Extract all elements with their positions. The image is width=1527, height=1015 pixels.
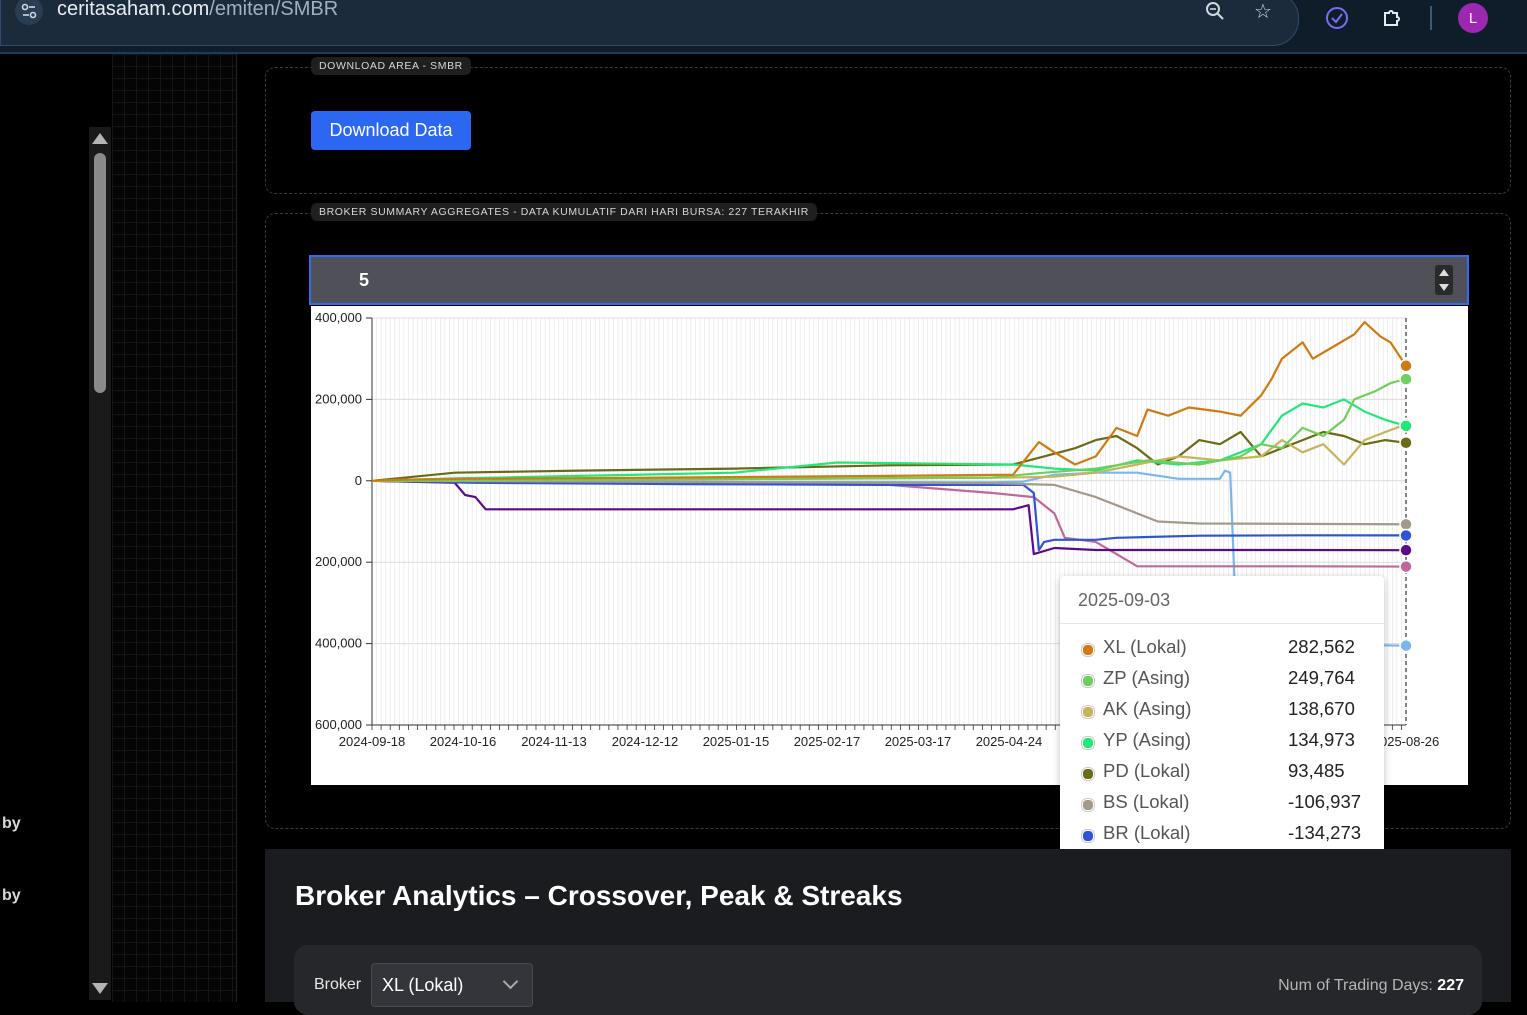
stepper-down-icon[interactable] xyxy=(1439,284,1449,291)
grid-background xyxy=(112,54,237,1002)
days-input-value: 5 xyxy=(359,270,370,290)
url-text[interactable]: ceritasaham.com/emiten/SMBR xyxy=(57,0,338,21)
broker-select[interactable]: XL (Lokal) xyxy=(371,963,533,1007)
tooltip-row: XL (Lokal) 282,562 xyxy=(1082,636,1372,662)
series-end-marker xyxy=(1399,638,1413,653)
x-tick-label: 2025-02-17 xyxy=(794,734,861,749)
tooltip-row: BR (Lokal) -134,273 xyxy=(1082,822,1372,848)
series-dot-icon xyxy=(1082,737,1094,749)
address-bar[interactable]: ceritasaham.com/emiten/SMBR ☆ xyxy=(0,0,1299,46)
tooltip-row: BS (Lokal) -106,937 xyxy=(1082,791,1372,817)
tooltip-series-name: AK (Asing) xyxy=(1103,698,1192,719)
broker-analytics-section: Broker Analytics – Crossover, Peak & Str… xyxy=(265,849,1511,1015)
zoom-icon[interactable] xyxy=(1201,0,1229,25)
y-tick-label: 0 xyxy=(355,473,362,488)
tooltip-series-value: 134,973 xyxy=(1288,729,1355,750)
series-dot-icon xyxy=(1082,706,1094,718)
tooltip-series-name: ZP (Asing) xyxy=(1103,667,1191,688)
x-tick-label: 2024-09-18 xyxy=(339,734,406,749)
tooltip-series-value: 93,485 xyxy=(1288,760,1345,781)
tooltip-series-value: 249,764 xyxy=(1288,667,1355,688)
extensions-puzzle-icon[interactable] xyxy=(1378,4,1406,32)
x-tick-label: 2024-10-16 xyxy=(430,734,497,749)
tooltip-series-value: -134,273 xyxy=(1288,822,1362,843)
x-tick-label: 2025-04-24 xyxy=(976,734,1043,749)
broker-select-label: Broker xyxy=(314,976,362,993)
tooltip-row: PD (Lokal) 93,485 xyxy=(1082,760,1372,786)
analytics-controls-card: Broker XL (Lokal) Num of Trading Days: 2… xyxy=(294,945,1482,1015)
download-area-legend: DOWNLOAD AREA - SMBR xyxy=(311,57,471,75)
x-tick-label: 2025-01-15 xyxy=(703,734,770,749)
trading-days-count: Num of Trading Days: 227 xyxy=(1278,977,1464,995)
series-dot-icon xyxy=(1082,768,1094,780)
series-end-marker xyxy=(1399,436,1413,450)
download-area-panel: DOWNLOAD AREA - SMBR Download Data xyxy=(265,57,1511,194)
y-tick-label: 200,000 xyxy=(315,391,362,406)
tooltip-series-value: 138,670 xyxy=(1288,698,1355,719)
series-end-marker xyxy=(1399,359,1413,373)
broker-select-value: XL (Lokal) xyxy=(382,975,464,995)
y-tick-label: 200,000 xyxy=(315,554,362,569)
trading-days-value: 227 xyxy=(1437,977,1464,994)
tooltip-series-name: XL (Lokal) xyxy=(1103,636,1187,657)
tooltip-row: YP (Asing) 134,973 xyxy=(1082,729,1372,755)
number-stepper[interactable] xyxy=(1435,265,1453,295)
stepper-up-icon[interactable] xyxy=(1439,269,1449,276)
series-end-marker xyxy=(1399,419,1413,433)
sidebar-label: by xyxy=(2,887,21,904)
browser-toolbar: ceritasaham.com/emiten/SMBR ☆ L xyxy=(0,0,1527,54)
tooltip-series-name: PD (Lokal) xyxy=(1103,760,1191,781)
y-tick-label: 600,000 xyxy=(315,717,362,732)
tooltip-series-name: BS (Lokal) xyxy=(1103,791,1190,812)
analytics-title: Broker Analytics – Crossover, Peak & Str… xyxy=(295,880,903,911)
days-number-input[interactable]: 5 xyxy=(309,255,1469,305)
series-dot-icon xyxy=(1082,675,1094,687)
url-domain: ceritasaham.com xyxy=(57,0,210,20)
sidebar-scrollbar[interactable] xyxy=(89,127,111,1000)
extension-check-icon[interactable] xyxy=(1323,4,1351,32)
download-data-button[interactable]: Download Data xyxy=(311,111,471,150)
series-end-marker xyxy=(1399,559,1413,574)
tooltip-divider xyxy=(1060,623,1384,624)
scroll-down-icon[interactable] xyxy=(92,983,108,994)
trading-days-label: Num of Trading Days: xyxy=(1278,977,1433,994)
x-tick-label: 2025-03-17 xyxy=(885,734,952,749)
x-tick-label: 2024-11-13 xyxy=(521,734,587,749)
tooltip-row: ZP (Asing) 249,764 xyxy=(1082,667,1372,693)
tooltip-date: 2025-09-03 xyxy=(1078,590,1171,610)
site-settings-icon[interactable] xyxy=(15,0,43,25)
sidebar-label: by xyxy=(2,815,21,832)
tooltip-series-value: -106,937 xyxy=(1288,791,1362,812)
series-end-marker xyxy=(1399,543,1413,557)
scroll-thumb[interactable] xyxy=(94,153,106,393)
toolbar-separator xyxy=(1430,6,1432,30)
tooltip-series-name: BR (Lokal) xyxy=(1103,822,1191,843)
y-tick-label: 400,000 xyxy=(315,310,362,325)
profile-avatar[interactable]: L xyxy=(1458,3,1488,33)
series-end-marker xyxy=(1399,372,1413,386)
series-end-marker xyxy=(1399,517,1413,532)
bookmark-star-icon[interactable]: ☆ xyxy=(1249,0,1277,25)
series-end-marker xyxy=(1399,528,1413,543)
x-tick-label: 2024-12-12 xyxy=(612,734,679,749)
series-dot-icon xyxy=(1082,830,1094,842)
tooltip-series-value: 282,562 xyxy=(1288,636,1355,657)
y-tick-label: 400,000 xyxy=(315,636,362,651)
series-dot-icon xyxy=(1082,644,1094,656)
url-path: /emiten/SMBR xyxy=(209,0,339,20)
scroll-up-icon[interactable] xyxy=(92,133,108,144)
tooltip-row: AK (Asing) 138,670 xyxy=(1082,698,1372,724)
broker-summary-legend: BROKER SUMMARY AGGREGATES - DATA KUMULAT… xyxy=(311,203,817,221)
series-dot-icon xyxy=(1082,799,1094,811)
tooltip-series-name: YP (Asing) xyxy=(1103,729,1192,750)
chevron-down-icon xyxy=(502,973,519,990)
